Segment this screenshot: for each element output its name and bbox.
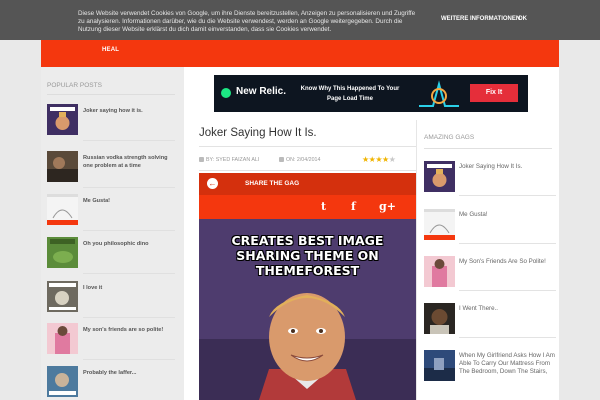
new-relic-logo-icon	[221, 88, 231, 98]
popular-post-item[interactable]: My son's friends are so polite!	[47, 323, 179, 361]
divider	[459, 195, 556, 196]
amazing-gags-title: AMAZING GAGS	[424, 134, 475, 141]
post-thumbnail	[47, 237, 78, 268]
nav-item-heal[interactable]: HEAL	[102, 47, 119, 53]
ad-tagline: Know Why This Happened To Your Page Load…	[300, 86, 400, 102]
gag-thumbnail	[424, 350, 455, 381]
post-meta: BY: SYED FAIZAN ALI ON: 2/04/2014 ★★★★★	[199, 155, 416, 167]
post-thumbnail	[47, 323, 78, 354]
star-icon[interactable]: ★	[382, 155, 389, 164]
divider	[83, 140, 175, 141]
popular-post-item[interactable]: Russian vodka strength solving one probl…	[47, 151, 179, 189]
popular-post-item[interactable]: Probably the laffer...	[47, 366, 179, 400]
cookie-consent-bar: Diese Website verwendet Cookies von Goog…	[0, 0, 600, 40]
site-header: HEAL	[41, 40, 559, 67]
post-title: Joker saying how it is.	[83, 108, 143, 114]
star-icon[interactable]: ★	[375, 155, 382, 164]
right-sidebar: AMAZING GAGS Joker Saying How It Is. Me …	[416, 120, 559, 400]
post-title: Oh you philosophic dino	[83, 241, 149, 247]
page-container: POPULAR POSTS Joker saying how it is. Ru…	[41, 67, 559, 400]
gag-item[interactable]: My Son's Friends Are So Polite!	[424, 256, 556, 292]
facebook-icon[interactable]: f	[351, 200, 356, 213]
clock-icon	[279, 157, 284, 162]
divider	[459, 290, 556, 291]
left-sidebar: POPULAR POSTS Joker saying how it is. Ru…	[41, 67, 184, 400]
divider	[47, 94, 175, 95]
popular-post-item[interactable]: I love it	[47, 281, 179, 319]
post-title[interactable]: Joker Saying How It Is.	[199, 127, 317, 139]
divider	[459, 243, 556, 244]
user-icon	[199, 157, 204, 162]
divider	[83, 187, 175, 188]
post-thumbnail	[47, 281, 78, 312]
cookie-text: Diese Website verwendet Cookies von Goog…	[78, 10, 416, 34]
popular-posts-title: POPULAR POSTS	[47, 82, 102, 89]
post-thumbnail	[47, 104, 78, 135]
cookie-ok-button[interactable]: OK	[518, 16, 527, 22]
more-info-button[interactable]: WEITERE INFORMATIONEN	[441, 16, 520, 22]
post-title: Russian vodka strength solving one probl…	[83, 155, 168, 169]
ad-graph-icon	[419, 80, 459, 107]
author-meta: BY: SYED FAIZAN ALI	[199, 157, 259, 163]
post-title: Probably the laffer...	[83, 370, 137, 376]
divider	[83, 273, 175, 274]
divider	[83, 230, 175, 231]
gag-thumbnail	[424, 161, 455, 192]
google-plus-icon[interactable]: g+	[379, 200, 396, 213]
twitter-icon[interactable]: t	[321, 200, 326, 213]
gag-title: I Went There..	[459, 305, 498, 312]
share-icons: t f g+	[199, 195, 416, 219]
post-title: I love it	[83, 285, 103, 291]
post-thumbnail	[47, 194, 78, 225]
gag-title: Joker Saying How It Is.	[459, 163, 523, 170]
date-meta: ON: 2/04/2014	[279, 157, 320, 163]
back-arrow-icon[interactable]: ←	[207, 178, 218, 189]
popular-post-item[interactable]: Joker saying how it is.	[47, 104, 179, 142]
divider	[424, 148, 552, 149]
gag-thumbnail	[424, 256, 455, 287]
star-icon[interactable]: ★	[362, 155, 369, 164]
divider	[83, 359, 175, 360]
gag-thumbnail	[424, 303, 455, 334]
ad-logo: New Relic.	[236, 86, 287, 97]
share-label: SHARE THE GAG	[245, 180, 300, 187]
divider	[199, 170, 416, 171]
gag-item[interactable]: Joker Saying How It Is.	[424, 161, 556, 197]
gag-share-box: ← SHARE THE GAG t f g+ CREATES BEST IMAG…	[199, 173, 416, 400]
gag-thumbnail	[424, 209, 455, 240]
meme-image: CREATES BEST IMAGE SHARING THEME ON THEM…	[199, 219, 416, 400]
post-title: Me Gusta!	[83, 198, 111, 204]
divider	[83, 317, 175, 318]
gag-title: When My Girlfriend Asks How I Am Able To…	[459, 352, 555, 375]
divider	[199, 146, 416, 147]
post-author: BY: SYED FAIZAN ALI	[206, 157, 260, 163]
ad-fix-it-button[interactable]: Fix It	[470, 84, 518, 102]
share-header: ← SHARE THE GAG	[199, 173, 416, 195]
star-icon[interactable]: ★	[389, 155, 396, 164]
post-thumbnail	[47, 151, 78, 182]
gag-item[interactable]: Me Gusta!	[424, 209, 556, 245]
post-date: ON: 2/04/2014	[286, 157, 321, 163]
gag-title: Me Gusta!	[459, 211, 488, 218]
popular-post-item[interactable]: Oh you philosophic dino	[47, 237, 179, 275]
ad-banner[interactable]: New Relic. Know Why This Happened To You…	[214, 75, 528, 112]
gag-item[interactable]: When My Girlfriend Asks How I Am Able To…	[424, 350, 556, 386]
popular-post-item[interactable]: Me Gusta!	[47, 194, 179, 232]
divider	[459, 337, 556, 338]
gag-title: My Son's Friends Are So Polite!	[459, 258, 546, 265]
rating-stars[interactable]: ★★★★★	[362, 155, 396, 164]
post-title: My son's friends are so polite!	[83, 327, 164, 333]
meme-caption: CREATES BEST IMAGE SHARING THEME ON THEM…	[231, 233, 384, 278]
gag-item[interactable]: I Went There..	[424, 303, 556, 339]
post-thumbnail	[47, 366, 78, 397]
